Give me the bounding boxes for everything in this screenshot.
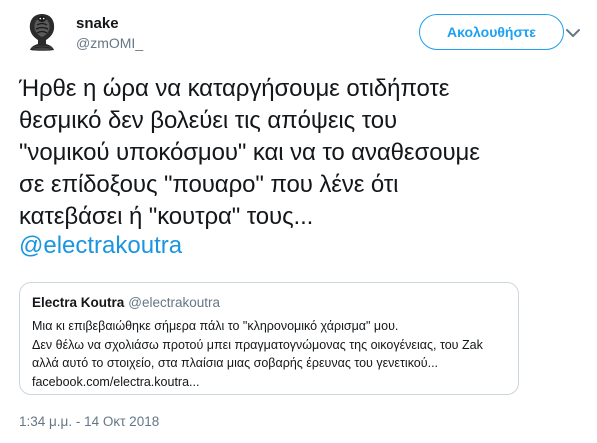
cobra-avatar-icon[interactable] <box>19 10 65 56</box>
chevron-down-icon[interactable] <box>565 26 581 38</box>
mention-link[interactable]: @electrakoutra <box>19 230 182 262</box>
quoted-tweet-header: Electra Koutra @electrakoutra <box>32 294 220 312</box>
tweet-timestamp[interactable]: 1:34 μ.μ. - 14 Οκτ 2018 <box>19 413 159 431</box>
tweet-card: snake @zmOMI_ Ακολουθήστε Ήρθε η ώρα να … <box>0 0 597 443</box>
user-names: snake @zmOMI_ <box>76 14 143 53</box>
tweet-header: snake @zmOMI_ Ακολουθήστε <box>19 10 585 56</box>
quoted-author-name: Electra Koutra <box>32 295 125 310</box>
follow-button[interactable]: Ακολουθήστε <box>419 14 564 50</box>
tweet-text: Ήρθε η ώρα να καταργήσουμε οτιδήποτε θεσ… <box>19 75 480 230</box>
quoted-author-handle: @electrakoutra <box>128 295 221 310</box>
quoted-tweet[interactable]: Electra Koutra @electrakoutra Μια κι επιβ… <box>19 282 519 395</box>
quoted-tweet-text: Μια κι επιβεβαιώθηκε σήμερα πάλι το "κλη… <box>32 319 483 389</box>
display-name[interactable]: snake <box>76 14 143 33</box>
user-handle[interactable]: @zmOMI_ <box>76 34 143 53</box>
